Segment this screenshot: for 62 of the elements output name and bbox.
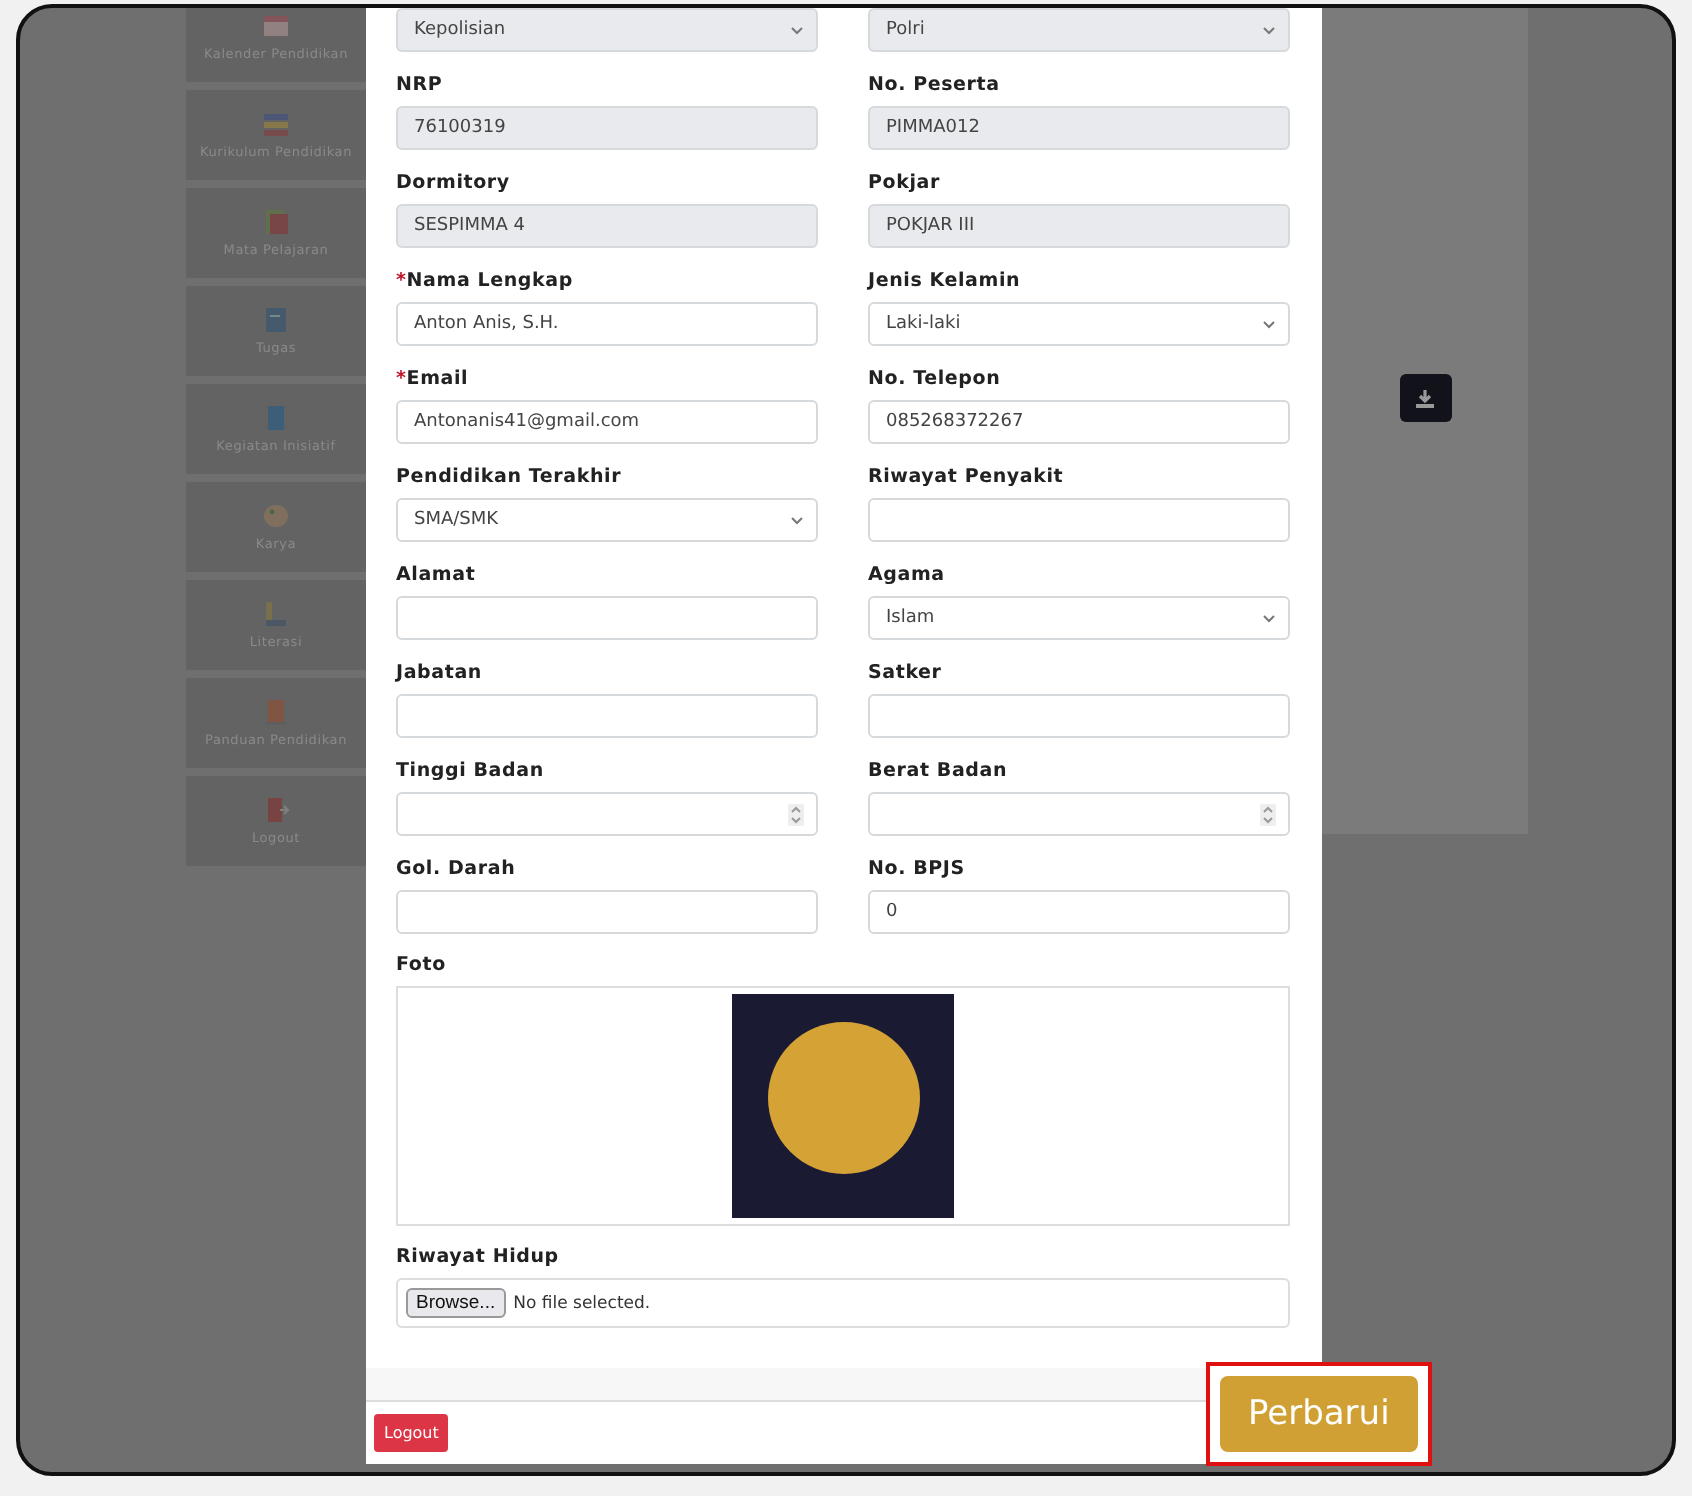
caret-icon xyxy=(790,515,804,525)
field-label: No. Telepon xyxy=(868,368,1003,390)
field-label: Alamat xyxy=(396,564,478,586)
input-field[interactable]: 085268372267 xyxy=(868,400,1290,444)
palette-icon xyxy=(262,502,290,530)
file-status: No file selected. xyxy=(513,1293,651,1313)
door-icon xyxy=(262,796,290,824)
field-label: *Email xyxy=(396,368,471,390)
field-label: No. BPJS xyxy=(868,858,967,880)
browse-button[interactable]: Browse... xyxy=(406,1288,506,1318)
number-field[interactable] xyxy=(396,792,818,836)
select-field[interactable]: SMA/SMK xyxy=(396,498,818,542)
field-label: Gol. Darah xyxy=(396,858,518,880)
caret-icon xyxy=(790,25,804,35)
book-icon xyxy=(262,698,290,726)
field-label: No. Peserta xyxy=(868,74,1002,96)
field-label: Agama xyxy=(868,564,947,586)
input-field[interactable] xyxy=(396,694,818,738)
book-icon xyxy=(262,208,290,236)
field-label: Dormitory xyxy=(396,172,512,194)
field-label: Riwayat Hidup xyxy=(396,1246,561,1268)
book-icon xyxy=(262,404,290,432)
number-field[interactable] xyxy=(868,792,1290,836)
input-field[interactable]: 76100319 xyxy=(396,106,818,150)
caret-icon xyxy=(1262,319,1276,329)
bookshelf-icon xyxy=(262,600,290,628)
field-label: Pokjar xyxy=(868,172,942,194)
input-field[interactable]: POKJAR III xyxy=(868,204,1290,248)
books-icon xyxy=(262,110,290,138)
caret-icon xyxy=(1262,25,1276,35)
input-field[interactable] xyxy=(396,596,818,640)
field-label: NRP xyxy=(396,74,445,96)
input-field[interactable]: Antonanis41@gmail.com xyxy=(396,400,818,444)
input-field[interactable]: PIMMA012 xyxy=(868,106,1290,150)
field-label: Jabatan xyxy=(396,662,484,684)
input-field[interactable]: Anton Anis, S.H. xyxy=(396,302,818,346)
field-label: Berat Badan xyxy=(868,760,1010,782)
file-input[interactable]: Browse... No file selected. xyxy=(396,1278,1290,1328)
select-field[interactable]: Polri xyxy=(868,8,1290,52)
download-button[interactable] xyxy=(1399,374,1451,422)
logout-button[interactable]: Logout xyxy=(374,1414,449,1452)
input-field[interactable]: 0 xyxy=(868,890,1290,934)
download-icon xyxy=(1414,387,1436,409)
field-label: *Nama Lengkap xyxy=(396,270,575,292)
field-label: Foto xyxy=(396,954,448,976)
notepad-icon xyxy=(262,306,290,334)
field-label: Satker xyxy=(868,662,944,684)
calendar-icon xyxy=(262,12,290,40)
spinner-icon[interactable] xyxy=(1260,803,1276,825)
select-field[interactable]: Laki-laki xyxy=(868,302,1290,346)
input-field[interactable] xyxy=(868,498,1290,542)
input-field[interactable] xyxy=(396,890,818,934)
spinner-icon[interactable] xyxy=(788,803,804,825)
select-field[interactable]: Islam xyxy=(868,596,1290,640)
field-label: Tinggi Badan xyxy=(396,760,546,782)
field-label: Jenis Kelamin xyxy=(868,270,1023,292)
input-field[interactable]: SESPIMMA 4 xyxy=(396,204,818,248)
field-label: Riwayat Penyakit xyxy=(868,466,1066,488)
field-label: Pendidikan Terakhir xyxy=(396,466,624,488)
input-field[interactable] xyxy=(868,694,1290,738)
select-field[interactable]: Kepolisian xyxy=(396,8,818,52)
caret-icon xyxy=(1262,613,1276,623)
